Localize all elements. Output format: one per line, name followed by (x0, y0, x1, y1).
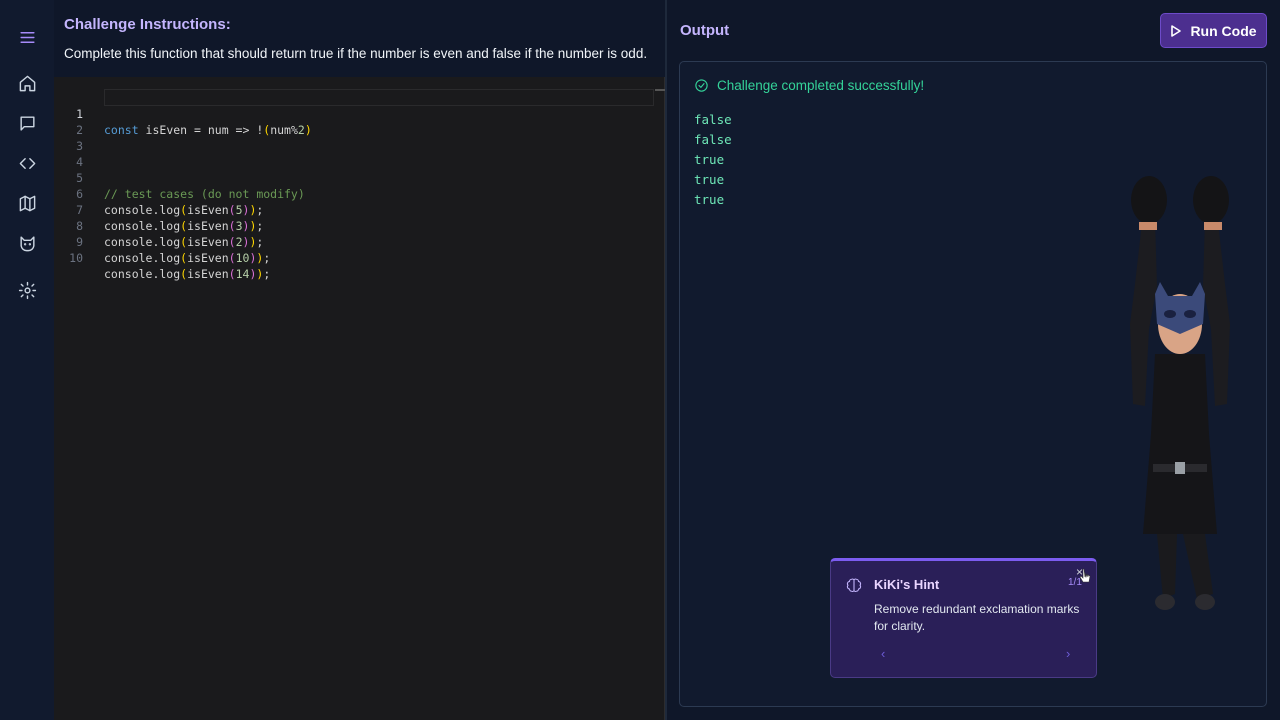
map-icon[interactable] (13, 189, 41, 217)
success-text: Challenge completed successfully! (717, 78, 925, 93)
hint-next-button[interactable]: › (1066, 646, 1070, 661)
challenge-title: Challenge Instructions: (64, 16, 231, 33)
output-title: Output (680, 22, 730, 39)
kiki-avatar (1130, 176, 1230, 610)
output-line: false (694, 132, 732, 147)
code-line-10[interactable]: 10 console.log(isEven(14)); (54, 234, 270, 281)
menu-icon[interactable] (13, 23, 41, 51)
output-line: true (694, 172, 725, 187)
chat-icon[interactable] (13, 109, 41, 137)
challenge-description: Complete this function that should retur… (64, 46, 648, 61)
pointer-cursor-icon (1080, 568, 1091, 583)
hint-prev-button[interactable]: ‹ (881, 646, 885, 661)
output-line: false (694, 112, 732, 127)
hint-title: KiKi's Hint (874, 577, 940, 592)
play-icon (1171, 24, 1182, 37)
code-comment: // test cases (do not modify) (104, 187, 305, 201)
code-line-6[interactable]: 6 console.log(isEven(5)); (54, 170, 263, 217)
line-number: 10 (69, 251, 83, 265)
code-line-3[interactable]: 3 (54, 122, 83, 153)
code-line-8[interactable]: 8 console.log(isEven(2)); (54, 202, 263, 249)
hint-text: Remove redundant exclamation marks for c… (874, 602, 1080, 633)
code-editor[interactable]: 1 const isEven = num => !(num%2) 2 3 4 5… (54, 77, 665, 720)
code-line-4[interactable]: 4 (54, 138, 83, 169)
sidebar (0, 0, 54, 720)
success-message: Challenge completed successfully! (694, 78, 924, 93)
scrollbar-thumb[interactable] (655, 89, 665, 91)
code-line-9[interactable]: 9 console.log(isEven(10)); (54, 218, 270, 265)
output-line: true (694, 152, 725, 167)
output-line: true (694, 192, 725, 207)
brain-icon (845, 577, 863, 595)
panel-divider[interactable] (665, 0, 667, 720)
code-line-5[interactable]: 5 // test cases (do not modify) (54, 154, 305, 201)
code-line-1[interactable]: 1 const isEven = num => !(num%2) (54, 90, 312, 137)
cat-icon[interactable] (13, 229, 41, 257)
home-icon[interactable] (13, 69, 41, 97)
code-icon[interactable] (13, 149, 41, 177)
code-line-7[interactable]: 7 console.log(isEven(3)); (54, 186, 263, 233)
check-circle-icon (695, 79, 708, 92)
settings-icon[interactable] (13, 276, 41, 304)
active-line-highlight (104, 89, 654, 106)
code-line-2[interactable]: 2 (54, 106, 83, 137)
hint-card: KiKi's Hint 1/1 × Remove redundant excla… (830, 558, 1097, 678)
run-code-label: Run Code (1190, 22, 1257, 39)
run-code-button[interactable]: Run Code (1160, 13, 1267, 48)
